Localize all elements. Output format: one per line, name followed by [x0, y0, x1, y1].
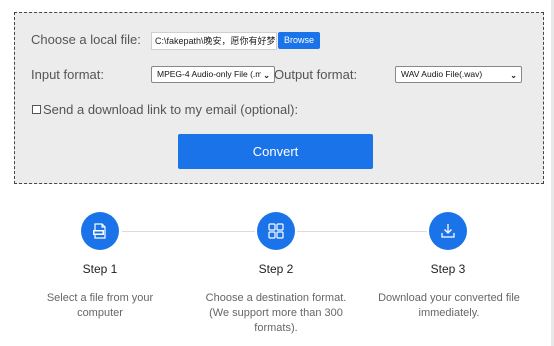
- step-3-description: Download your converted file immediately…: [378, 292, 520, 319]
- download-icon: [441, 224, 455, 238]
- step-1-icon-circle: [81, 212, 119, 250]
- grid-icon: [268, 223, 284, 239]
- output-format-value: WAV Audio File(.wav): [401, 69, 483, 79]
- converter-panel: Choose a local file: C:\fakepath\晚安，愿你有好…: [14, 12, 544, 184]
- step-3-icon-circle: [429, 212, 467, 250]
- email-checkbox-label[interactable]: Send a download link to my email (option…: [43, 102, 298, 117]
- step-2-icon-circle: [257, 212, 295, 250]
- choose-file-label: Choose a local file:: [31, 32, 141, 47]
- convert-button[interactable]: Convert: [178, 134, 373, 169]
- input-format-select[interactable]: MPEG-4 Audio-only File (.m ⌄: [151, 66, 275, 83]
- input-format-label: Input format:: [31, 67, 104, 82]
- step-3-title: Step 3: [430, 262, 466, 276]
- chevron-down-icon: ⌄: [510, 71, 517, 80]
- step-2-description: Choose a destination format. (We support…: [205, 292, 347, 334]
- email-checkbox[interactable]: [32, 105, 41, 114]
- input-format-value: MPEG-4 Audio-only File (.m: [157, 69, 261, 79]
- file-icon: [93, 223, 106, 239]
- output-format-select[interactable]: WAV Audio File(.wav) ⌄: [395, 66, 522, 83]
- file-path-input[interactable]: C:\fakepath\晚安，愿你有好梦.m: [151, 32, 277, 50]
- step-1-title: Step 1: [82, 262, 118, 276]
- step-connector: [122, 231, 255, 232]
- browse-button[interactable]: Browse: [278, 32, 320, 49]
- step-1-description: Select a file from your computer: [46, 292, 154, 319]
- output-format-label: Output format:: [274, 67, 358, 82]
- step-connector: [297, 231, 427, 232]
- step-2-title: Step 2: [258, 262, 294, 276]
- chevron-down-icon: ⌄: [263, 71, 270, 80]
